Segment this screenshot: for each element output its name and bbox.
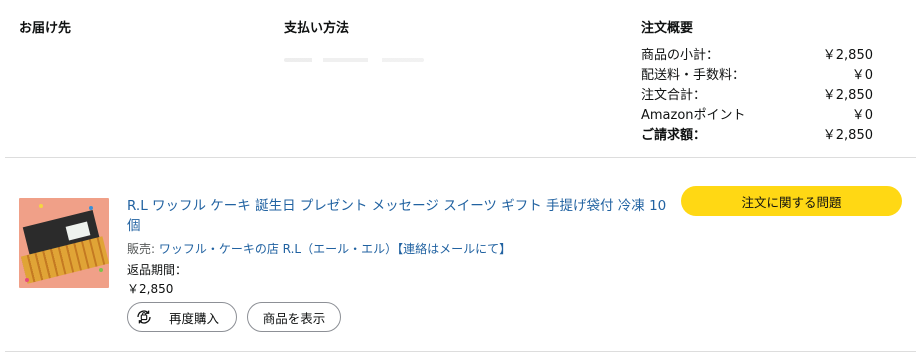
view-item-label: 商品を表示 <box>262 310 326 326</box>
summary-value: ￥2,850 <box>822 128 873 143</box>
order-problem-button[interactable]: 注文に関する問題 <box>681 186 902 216</box>
cart-refresh-icon <box>135 308 153 326</box>
seller-prefix: 販売: <box>127 242 159 256</box>
summary-row-grand-total: ご請求額： ￥2,850 <box>641 124 873 144</box>
summary-label: 配送料・手数料： <box>641 68 746 83</box>
buy-again-button[interactable]: 再度購入 <box>127 302 237 332</box>
summary-value: ￥0 <box>851 108 873 123</box>
section-divider <box>5 157 916 158</box>
summary-value: ￥0 <box>851 68 873 83</box>
section-divider <box>5 351 916 352</box>
summary-row-amazon-points: Amazonポイント ￥0 <box>641 104 873 124</box>
summary-label: 注文合計： <box>641 88 707 103</box>
shipping-address-heading: お届け先 <box>19 21 72 36</box>
summary-row-subtotal: 商品の小計： ￥2,850 <box>641 44 873 64</box>
return-period: 返品期間： <box>127 263 188 277</box>
summary-label: 商品の小計： <box>641 48 720 63</box>
item-price: ￥2,850 <box>127 282 174 296</box>
summary-row-shipping: 配送料・手数料： ￥0 <box>641 64 873 84</box>
summary-value: ￥2,850 <box>822 48 873 63</box>
summary-label: ご請求額： <box>641 128 707 143</box>
order-summary-heading: 注文概要 <box>641 21 694 36</box>
view-item-button[interactable]: 商品を表示 <box>247 302 341 332</box>
seller-info: 販売: ワッフル・ケーキの店 R.L（エール・エル）【連絡はメールにて】 <box>127 240 511 257</box>
thumbnail-confetti <box>39 204 43 208</box>
payment-method-heading: 支払い方法 <box>284 21 350 36</box>
thumbnail-confetti <box>25 278 29 282</box>
thumbnail-confetti <box>99 268 103 272</box>
product-title-link[interactable]: R.L ワッフル ケーキ 誕生日 プレゼント メッセージ スイーツ ギフト 手提… <box>127 196 667 236</box>
summary-value: ￥2,850 <box>822 88 873 103</box>
payment-method-redacted <box>284 58 424 62</box>
thumbnail-confetti <box>89 206 93 210</box>
summary-row-order-total: 注文合計： ￥2,850 <box>641 84 873 104</box>
product-thumbnail[interactable] <box>19 198 109 288</box>
buy-again-label: 再度購入 <box>168 310 219 326</box>
seller-link[interactable]: ワッフル・ケーキの店 R.L（エール・エル）【連絡はメールにて】 <box>159 242 511 256</box>
summary-label: Amazonポイント <box>641 108 746 123</box>
